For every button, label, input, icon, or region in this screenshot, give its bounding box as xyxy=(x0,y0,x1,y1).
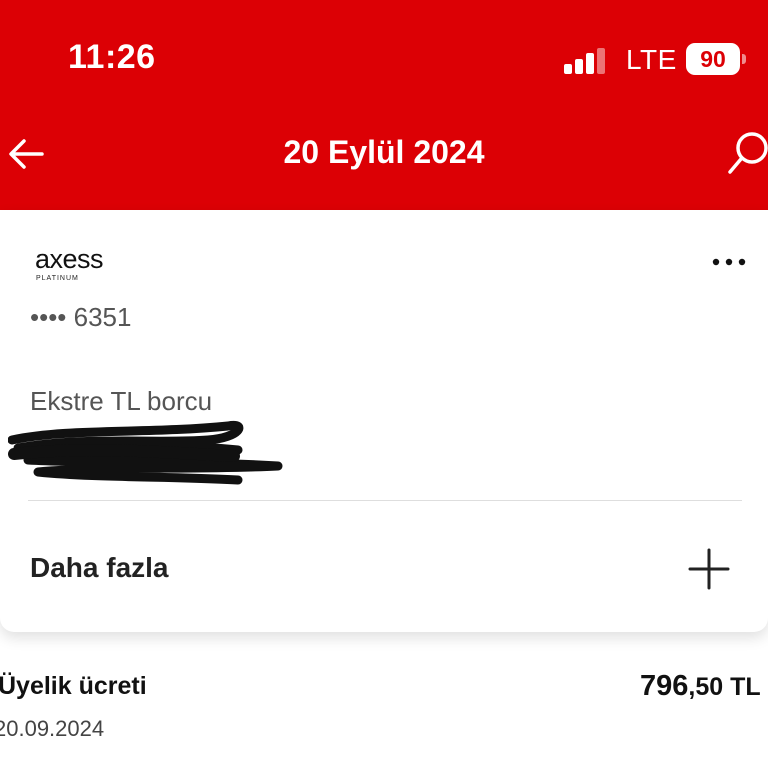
transaction-date: 20.09.2024 xyxy=(0,716,105,741)
more-horizontal-icon[interactable] xyxy=(710,248,750,276)
statement-debt-label: Ekstre TL borcu xyxy=(30,386,213,416)
card-tier: PLATINUM xyxy=(36,275,79,282)
plus-icon[interactable] xyxy=(688,548,730,590)
top-bar xyxy=(0,0,768,210)
amount-integer: 796 xyxy=(640,670,689,702)
card-number: •••• 6351 xyxy=(30,302,132,332)
network-type: LTE xyxy=(626,44,677,75)
page-title: 20 Eylül 2024 xyxy=(283,134,485,170)
card-brand-logo: axess xyxy=(35,244,104,274)
search-icon[interactable] xyxy=(728,128,768,176)
signal-icon xyxy=(564,48,608,74)
status-time: 11:26 xyxy=(68,38,156,76)
battery-level: 90 xyxy=(686,43,740,75)
more-details-label[interactable]: Daha fazla xyxy=(30,552,169,584)
amount-decimal: ,50 TL xyxy=(688,673,761,701)
transaction-amount: 796,50 TL xyxy=(640,670,761,703)
battery-icon: 90 xyxy=(686,43,746,75)
transaction-name: Üyelik ücreti xyxy=(0,672,147,700)
redaction-scribble xyxy=(7,420,288,490)
divider xyxy=(28,500,742,501)
